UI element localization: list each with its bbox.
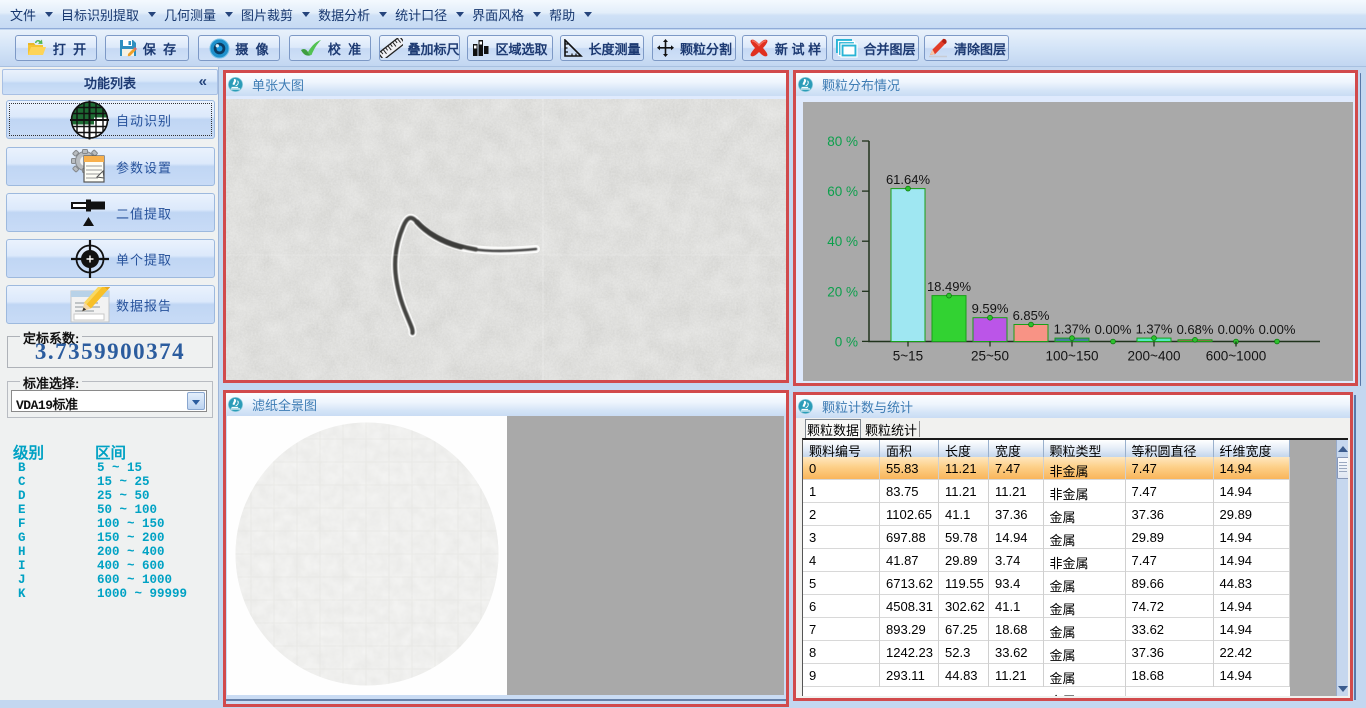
svg-text:0 %: 0 %: [835, 334, 858, 349]
svg-text:60 %: 60 %: [827, 184, 858, 199]
svg-text:200~400: 200~400: [1128, 349, 1181, 364]
svg-text:80 %: 80 %: [827, 134, 858, 149]
svg-text:0.00%: 0.00%: [1259, 322, 1296, 337]
svg-text:1.37%: 1.37%: [1054, 322, 1091, 337]
svg-text:600~1000: 600~1000: [1206, 349, 1266, 364]
svg-text:5~15: 5~15: [893, 349, 923, 364]
svg-text:18.49%: 18.49%: [927, 279, 972, 294]
svg-text:0.00%: 0.00%: [1095, 322, 1132, 337]
svg-text:0.68%: 0.68%: [1177, 322, 1214, 337]
svg-text:25~50: 25~50: [971, 349, 1009, 364]
svg-text:1.37%: 1.37%: [1136, 322, 1173, 337]
svg-text:6.85%: 6.85%: [1013, 308, 1050, 323]
svg-text:40 %: 40 %: [827, 234, 858, 249]
svg-text:9.59%: 9.59%: [972, 301, 1009, 316]
svg-text:61.64%: 61.64%: [886, 172, 931, 187]
svg-text:20 %: 20 %: [827, 284, 858, 299]
svg-text:0.00%: 0.00%: [1218, 322, 1255, 337]
svg-text:100~150: 100~150: [1046, 349, 1099, 364]
